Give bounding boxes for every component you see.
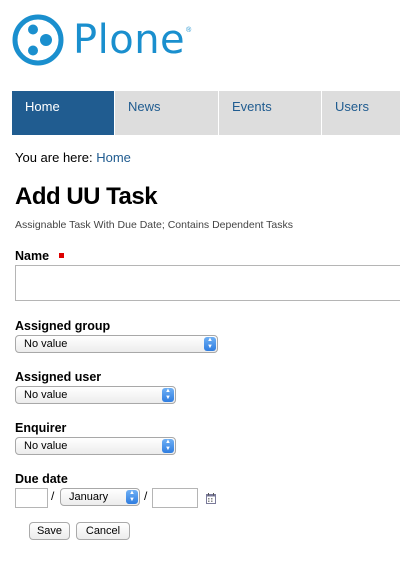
page-description: Assignable Task With Due Date; Contains … (15, 219, 294, 231)
assigned-group-label: Assigned group (15, 319, 111, 333)
assigned-user-select[interactable]: No value ▲ ▼ (15, 386, 176, 404)
logo-wordmark: Plone (73, 17, 186, 63)
assigned-user-value: No value (24, 389, 68, 401)
nav-tab-events[interactable]: Events (219, 91, 322, 135)
breadcrumb-home-link[interactable]: Home (96, 150, 131, 165)
name-label-text: Name (15, 249, 50, 263)
assigned-group-value: No value (24, 338, 68, 350)
due-date-label: Due date (15, 472, 68, 486)
save-button[interactable]: Save (29, 522, 70, 540)
date-separator: / (51, 489, 55, 503)
name-field-label: Name (15, 249, 65, 263)
enquirer-select[interactable]: No value ▲ ▼ (15, 437, 176, 455)
nav-tab-home[interactable]: Home (12, 91, 115, 135)
enquirer-label: Enquirer (15, 421, 67, 435)
main-navigation: Home News Events Users (12, 91, 400, 135)
calendar-icon[interactable] (206, 493, 216, 504)
date-separator: / (144, 489, 148, 503)
select-arrows-icon: ▲ ▼ (162, 439, 174, 453)
page-title: Add UU Task (15, 183, 158, 210)
registered-mark: ® (186, 27, 192, 34)
required-marker-icon (59, 253, 65, 259)
assigned-group-select[interactable]: No value ▲ ▼ (15, 335, 218, 353)
select-arrows-icon: ▲ ▼ (204, 337, 216, 351)
enquirer-value: No value (24, 440, 68, 452)
breadcrumb: You are here: Home (15, 150, 131, 165)
select-arrows-icon: ▲ ▼ (126, 490, 138, 504)
due-day-input[interactable] (15, 488, 48, 508)
name-input[interactable] (15, 265, 400, 301)
nav-tab-news[interactable]: News (115, 91, 219, 135)
assigned-user-label: Assigned user (15, 370, 102, 384)
select-arrows-icon: ▲ ▼ (162, 388, 174, 402)
plone-logo-icon (12, 14, 64, 66)
cancel-button[interactable]: Cancel (76, 522, 130, 540)
nav-tab-users[interactable]: Users (322, 91, 400, 135)
due-month-select[interactable]: January ▲ ▼ (60, 488, 140, 506)
due-month-value: January (69, 491, 109, 503)
breadcrumb-prefix: You are here: (15, 150, 93, 165)
due-year-input[interactable] (152, 488, 198, 508)
plone-logo[interactable]: Plone ® (12, 13, 191, 67)
